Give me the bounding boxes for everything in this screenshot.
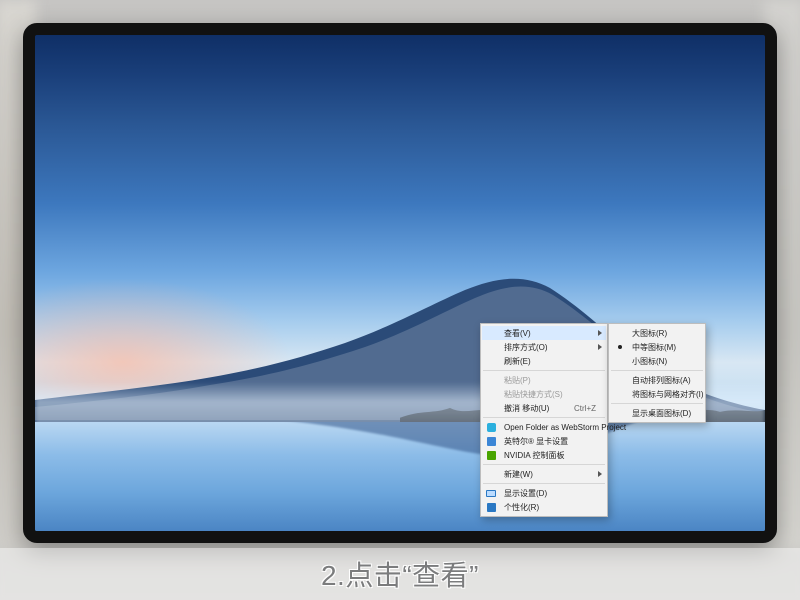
view-submenu-item-label: 显示桌面图标(D) (632, 408, 694, 419)
context-menu-item-2[interactable]: 刷新(E) (482, 354, 606, 368)
view-submenu-item-label: 自动排列图标(A) (632, 375, 694, 386)
view-submenu-item-0[interactable]: 大图标(R) (610, 326, 704, 340)
context-menu-item-8[interactable]: Open Folder as WebStorm Project (482, 420, 606, 434)
desktop-context-menu: 查看(V) 排序方式(O) 刷新(E) 粘贴(P) 粘贴快捷方式(S) 撤消 移动(U) C… (480, 323, 608, 517)
personal-icon (486, 502, 496, 512)
submenu-arrow-icon (598, 471, 602, 477)
nvidia-icon (486, 450, 496, 460)
context-menu-separator (483, 483, 605, 484)
monitor-frame: 查看(V) 排序方式(O) 刷新(E) 粘贴(P) 粘贴快捷方式(S) 撤消 移动(U) C… (23, 23, 777, 543)
context-menu-item-6[interactable]: 撤消 移动(U) Ctrl+Z (482, 401, 606, 415)
menu-shortcut: Ctrl+Z (574, 404, 596, 413)
submenu-arrow-icon (598, 330, 602, 336)
context-menu-item-5: 粘贴快捷方式(S) (482, 387, 606, 401)
context-menu-item-label: 刷新(E) (504, 356, 596, 367)
submenu-arrow-icon (598, 344, 602, 350)
context-menu-item-9[interactable]: 英特尔® 显卡设置 (482, 434, 606, 448)
view-submenu-item-5[interactable]: 将图标与网格对齐(I) (610, 387, 704, 401)
ws-icon (486, 422, 496, 432)
desktop-screen[interactable]: 查看(V) 排序方式(O) 刷新(E) 粘贴(P) 粘贴快捷方式(S) 撤消 移动(U) C… (35, 35, 765, 531)
instruction-text: 2.点击“查看” (321, 554, 479, 594)
context-menu-item-14[interactable]: 显示设置(D) (482, 486, 606, 500)
view-submenu-separator (611, 403, 703, 404)
view-submenu: 大图标(R) 中等图标(M) 小图标(N) 自动排列图标(A) 将图标与网格对齐(I) 显… (608, 323, 706, 423)
context-menu-item-15[interactable]: 个性化(R) (482, 500, 606, 514)
view-submenu-item-4[interactable]: 自动排列图标(A) (610, 373, 704, 387)
context-menu-item-1[interactable]: 排序方式(O) (482, 340, 606, 354)
view-submenu-item-label: 小图标(N) (632, 356, 694, 367)
context-menu-item-label: 新建(W) (504, 469, 596, 480)
view-submenu-item-1[interactable]: 中等图标(M) (610, 340, 704, 354)
context-menu-item-label: 显示设置(D) (504, 488, 596, 499)
context-menu-item-label: 粘贴(P) (504, 375, 596, 386)
context-menu-item-label: Open Folder as WebStorm Project (504, 423, 626, 432)
refresh-icon (486, 436, 496, 446)
context-menu-item-label: 个性化(R) (504, 502, 596, 513)
context-menu-item-12[interactable]: 新建(W) (482, 467, 606, 481)
display-icon (486, 488, 496, 498)
view-submenu-item-label: 将图标与网格对齐(I) (632, 389, 704, 400)
context-menu-item-0[interactable]: 查看(V) (482, 326, 606, 340)
view-submenu-separator (611, 370, 703, 371)
context-menu-separator (483, 370, 605, 371)
context-menu-item-label: 查看(V) (504, 328, 596, 339)
context-menu-separator (483, 464, 605, 465)
context-menu-item-label: 粘贴快捷方式(S) (504, 389, 596, 400)
context-menu-item-10[interactable]: NVIDIA 控制面板 (482, 448, 606, 462)
view-submenu-item-2[interactable]: 小图标(N) (610, 354, 704, 368)
context-menu-item-label: 英特尔® 显卡设置 (504, 436, 596, 447)
view-submenu-item-label: 中等图标(M) (632, 342, 694, 353)
view-submenu-item-label: 大图标(R) (632, 328, 694, 339)
view-submenu-item-7[interactable]: 显示桌面图标(D) (610, 406, 704, 420)
context-menu-separator (483, 417, 605, 418)
selected-bullet-icon (618, 345, 622, 349)
desktop-wallpaper (35, 35, 765, 531)
context-menu-item-4: 粘贴(P) (482, 373, 606, 387)
context-menu-item-label: NVIDIA 控制面板 (504, 450, 596, 461)
instruction-caption: 2.点击“查看” (0, 548, 800, 600)
context-menu-item-label: 排序方式(O) (504, 342, 596, 353)
context-menu-item-label: 撤消 移动(U) (504, 403, 558, 414)
